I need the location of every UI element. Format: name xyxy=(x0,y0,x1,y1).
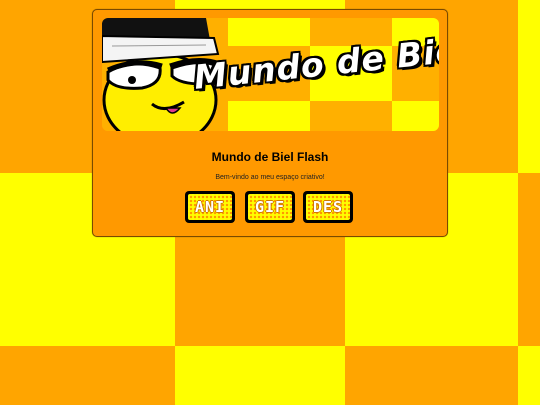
nav-button-label: DES xyxy=(306,194,350,220)
background-tile xyxy=(518,346,540,405)
background-tile xyxy=(518,0,540,173)
banner-tile xyxy=(392,101,439,131)
banner-tile xyxy=(228,101,310,131)
nav-button-des[interactable]: DES xyxy=(303,191,353,223)
background-tile xyxy=(518,173,540,346)
nav-button-ani[interactable]: ANI xyxy=(185,191,235,223)
page-title: Mundo de Biel Flash xyxy=(211,150,329,164)
nav-button-label: ANI xyxy=(188,194,232,220)
background-tile xyxy=(175,346,345,405)
site-banner: Mundo de Biel xyxy=(102,18,439,131)
banner-tile xyxy=(228,18,310,46)
nav-button-gif[interactable]: GIF xyxy=(245,191,295,223)
background-tile xyxy=(345,346,518,405)
nav-button-label: GIF xyxy=(248,194,292,220)
background-tile xyxy=(0,346,175,405)
welcome-text: Bem-vindo ao meu espaço criativo! xyxy=(215,174,325,181)
main-card: Mundo de Biel Mundo de Biel Flash Bem-vi… xyxy=(92,9,448,237)
nav-buttons: ANI GIF DES xyxy=(185,191,355,224)
